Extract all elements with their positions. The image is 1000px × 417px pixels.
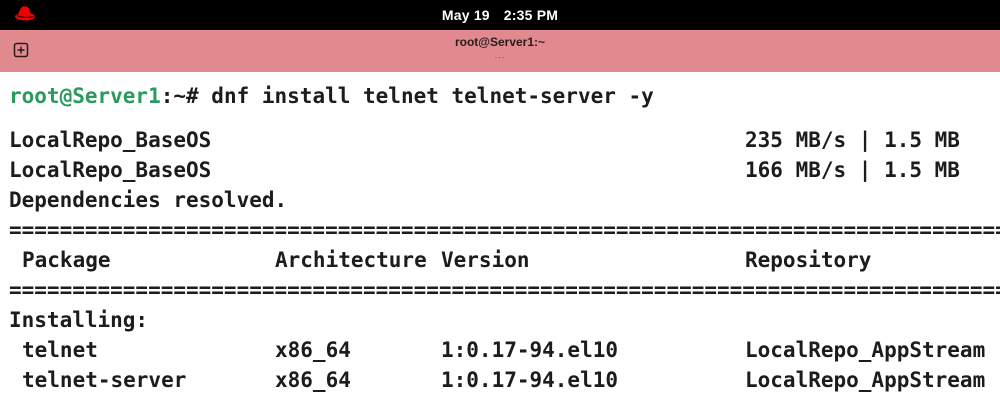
clock[interactable]: May 19 2:35 PM: [0, 7, 1000, 23]
repo-line-stats: 166 MB/s | 1.5 MB: [745, 158, 960, 182]
repo-line-name: LocalRepo_BaseOS: [9, 158, 212, 182]
header-package: Package: [22, 248, 111, 272]
package-name: telnet-server: [22, 368, 187, 392]
section-label: Installing:: [9, 308, 149, 332]
window-subtitle: ...: [494, 51, 506, 60]
prompt-path: :~#: [160, 84, 212, 108]
terminal-header-bar: root@Server1:~ ...: [0, 30, 1000, 72]
header-version: Version: [441, 248, 530, 272]
window-title: root@Server1:~: [454, 35, 546, 49]
repo-line-stats: 235 MB/s | 1.5 MB: [745, 128, 960, 152]
package-arch: x86_64: [275, 338, 351, 362]
separator-line: ========================================…: [9, 278, 1000, 302]
package-repo: LocalRepo_AppStream: [745, 368, 986, 392]
repo-line-name: LocalRepo_BaseOS: [9, 128, 212, 152]
separator-line: ========================================…: [9, 218, 1000, 242]
package-version: 1:0.17-94.el10: [441, 368, 619, 392]
clock-time: 2:35 PM: [503, 7, 559, 23]
dependencies-message: Dependencies resolved.: [9, 188, 288, 212]
package-arch: x86_64: [275, 368, 351, 392]
command-line: root@Server1:~# dnf install telnet telne…: [9, 82, 654, 110]
clock-date: May 19: [441, 7, 490, 23]
command-text: dnf install telnet telnet-server -y: [211, 84, 654, 108]
system-top-bar: May 19 2:35 PM: [0, 0, 1000, 30]
package-version: 1:0.17-94.el10: [441, 338, 619, 362]
prompt-user-host: root@Server1: [9, 84, 161, 108]
package-repo: LocalRepo_AppStream: [745, 338, 986, 362]
header-repository: Repository: [745, 248, 872, 272]
package-name: telnet: [22, 338, 98, 362]
terminal-output[interactable]: root@Server1:~# dnf install telnet telne…: [0, 72, 1000, 417]
header-architecture: Architecture: [275, 248, 427, 272]
